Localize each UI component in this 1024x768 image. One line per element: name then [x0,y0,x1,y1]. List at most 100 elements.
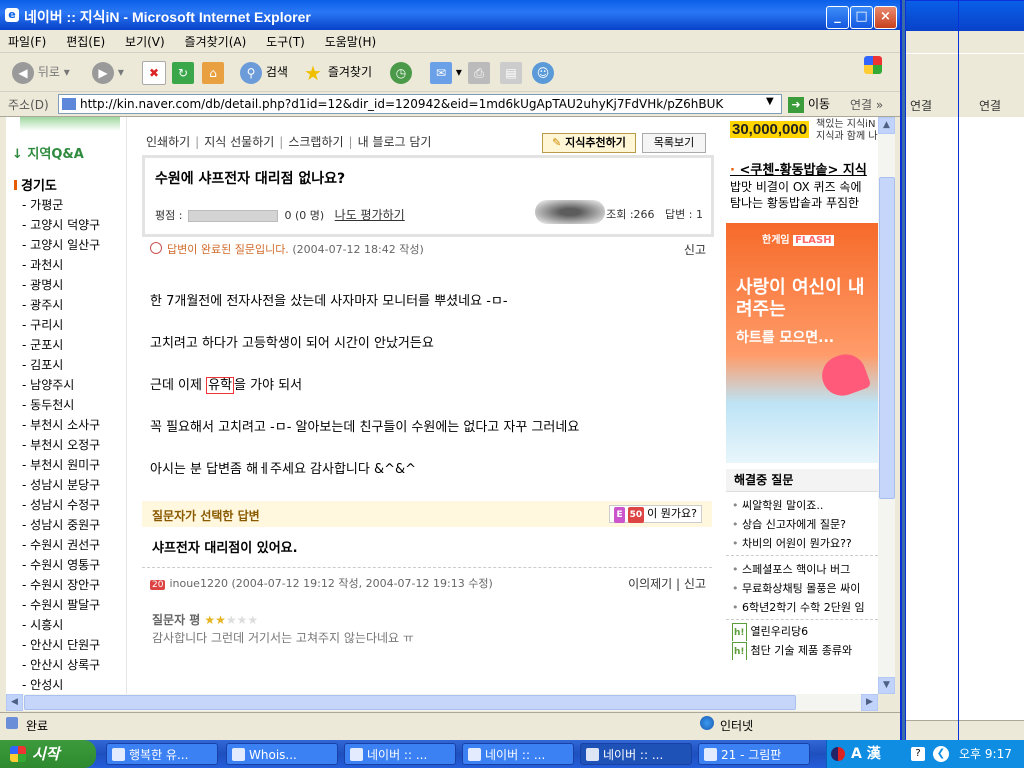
task-button[interactable]: 네이버 :: ... [462,743,574,765]
messenger-button[interactable]: ☺ [532,59,554,85]
links-button[interactable]: 연결 » [850,96,883,113]
task-button-active[interactable]: 네이버 :: ... [580,743,692,765]
city-item[interactable]: 광명시 [22,275,100,295]
news-line[interactable]: 탐나는 황동밥솥과 푸짐한 [730,195,878,211]
objection-link[interactable]: 이의제기 [628,577,672,591]
city-item[interactable]: 구리시 [22,315,100,335]
city-item[interactable]: 가평군 [22,195,100,215]
title-bar[interactable]: e 네이버 :: 지식iN - Microsoft Internet Explo… [0,0,900,30]
city-item[interactable]: 고양시 덕양구 [22,215,100,235]
news-headline[interactable]: <쿠첸-황동밥솥> 지식 [730,163,878,179]
language-indicator[interactable]: A 漢 [851,740,881,768]
vertical-scrollbar[interactable]: ▲ ▼ [878,117,895,694]
background-window-2[interactable]: 연결 [958,0,1024,742]
mail-button[interactable]: ✉ ▾ [430,59,462,85]
favorites-button[interactable]: ★ 즐겨찾기 [302,59,372,85]
home-button[interactable]: ⌂ [202,59,224,85]
task-button[interactable]: 21 - 그림판 [698,743,810,765]
city-item[interactable]: 고양시 일산구 [22,235,100,255]
pending-item[interactable]: 무료화상채팅 몰풍은 싸이 [726,579,878,598]
report-link[interactable]: 신고 [684,241,706,258]
minimize-button[interactable]: _ [826,6,849,29]
badge-help[interactable]: E 50 이 뭔가요? [609,505,702,523]
pending-item[interactable]: 6학년2학기 수학 2단원 임 [726,598,878,617]
city-item[interactable]: 안산시 단원구 [22,635,100,655]
pending-item[interactable]: 스페셜포스 핵이나 버그 [726,560,878,579]
hot-link[interactable]: h! 열린우리당6 [726,622,878,641]
city-item[interactable]: 성남시 수정구 [22,495,100,515]
scroll-down-icon[interactable]: ▼ [878,677,895,694]
answer-report-link[interactable]: 신고 [684,577,706,591]
city-item[interactable]: 김포시 [22,355,100,375]
hscroll-thumb[interactable] [24,695,796,710]
hot-link[interactable]: h! 첨단 기술 제품 종류와 [726,641,878,660]
scroll-up-icon[interactable]: ▲ [878,117,895,134]
city-item[interactable]: 성남시 분당구 [22,475,100,495]
city-item[interactable]: 안산시 상록구 [22,655,100,675]
menu-favorites[interactable]: 즐겨찾기(A) [177,30,255,53]
city-item[interactable]: 안성시 [22,675,100,694]
scroll-thumb[interactable] [879,177,895,499]
pending-item[interactable]: 씨알학원 말이죠.. [726,496,878,515]
city-item[interactable]: 수원시 장안구 [22,575,100,595]
help-icon[interactable]: ? [911,747,925,761]
recommend-button[interactable]: ✎ 지식추천하기 [542,133,636,153]
region-qa-link[interactable]: ↓ 지역Q&A [12,143,84,162]
scrap-link[interactable]: 스크랩하기 [288,135,343,149]
city-item[interactable]: 성남시 중원구 [22,515,100,535]
start-button[interactable]: 시작 [0,740,96,768]
city-item[interactable]: 수원시 영통구 [22,555,100,575]
ie-window[interactable]: e 네이버 :: 지식iN - Microsoft Internet Explo… [0,0,902,740]
scroll-right-icon[interactable]: ▶ [861,694,878,711]
province-gyeonggi[interactable]: 경기도 [14,175,57,194]
promo-banner[interactable]: 30,000,000 책있는 지식iN 지식과 함께 나 [726,117,878,147]
url-input[interactable]: http://kin.naver.com/db/detail.php?d1id=… [58,94,782,114]
menu-help[interactable]: 도움말(H) [317,30,385,53]
search-button[interactable]: ⚲ 검색 [240,59,288,85]
answer-user[interactable]: inoue1220 [169,577,228,590]
rate-me-link[interactable]: 나도 평가하기 [335,208,405,222]
task-button[interactable]: 네이버 :: ... [344,743,456,765]
flash-ad[interactable]: 한게임 FLASH 사랑이 여신이 내려주는 하트를 모으면... [726,223,878,463]
city-item[interactable]: 동두천시 [22,395,100,415]
print-link[interactable]: 인쇄하기 [146,135,190,149]
city-item[interactable]: 시흥시 [22,615,100,635]
stop-button[interactable]: ✖ [142,59,166,85]
menu-file[interactable]: 파일(F) [0,30,54,53]
menu-edit[interactable]: 편집(E) [58,30,113,53]
city-item[interactable]: 광주시 [22,295,100,315]
city-item[interactable]: 부천시 원미구 [22,455,100,475]
horizontal-scrollbar[interactable]: ◀ ▶ [6,694,878,711]
task-button[interactable]: 행복한 유... [106,743,218,765]
ime-icon[interactable] [831,747,845,761]
close-button[interactable]: × [874,6,897,29]
blog-link[interactable]: 내 블로그 담기 [358,135,432,149]
scroll-left-icon[interactable]: ◀ [6,694,23,711]
news-line[interactable]: 밥맛 비결이 OX 퀴즈 속에 [730,179,878,195]
menu-view[interactable]: 보기(V) [117,30,173,53]
forward-button[interactable]: ▶ ▾ [92,59,124,85]
city-item[interactable]: 부천시 소사구 [22,415,100,435]
task-button[interactable]: Whois... [226,743,338,765]
city-item[interactable]: 수원시 팔달구 [22,595,100,615]
city-item[interactable]: 부천시 오정구 [22,435,100,455]
url-dropdown-icon[interactable]: ▼ [766,96,774,107]
menu-tools[interactable]: 도구(T) [258,30,313,53]
city-item[interactable]: 과천시 [22,255,100,275]
list-button[interactable]: 목록보기 [642,133,706,153]
maximize-button[interactable]: □ [850,6,873,29]
city-item[interactable]: 남양주시 [22,375,100,395]
pending-item[interactable]: 상습 신고자에게 질문? [726,515,878,534]
history-button[interactable]: ◷ [390,59,412,85]
print-button[interactable]: ⎙ [468,59,490,85]
back-button[interactable]: ◀ 뒤로 ▾ [12,59,70,85]
background-window-1[interactable]: 연결 [905,0,959,742]
city-item[interactable]: 군포시 [22,335,100,355]
edit-button[interactable]: ▤ [500,59,522,85]
pending-item[interactable]: 차비의 어원이 뭔가요?? [726,534,878,553]
gift-link[interactable]: 지식 선물하기 [204,135,274,149]
tray-expand-icon[interactable]: ❮ [933,746,949,762]
refresh-button[interactable]: ↻ [172,59,194,85]
city-item[interactable]: 수원시 권선구 [22,535,100,555]
go-button[interactable]: ➜ 이동 [788,95,830,113]
